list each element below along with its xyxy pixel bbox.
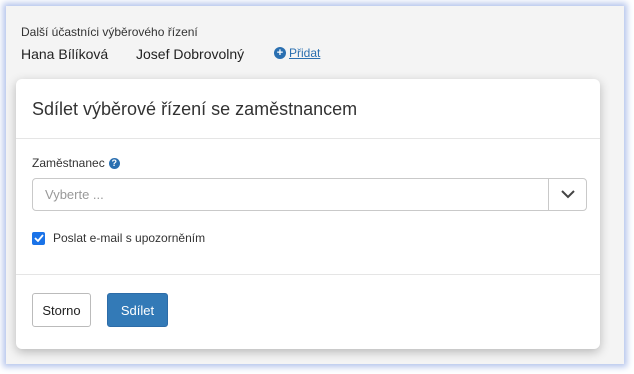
participant-name: Hana Bílíková: [21, 46, 109, 62]
participants-title: Další účastníci výběrového řízení: [21, 25, 198, 39]
share-modal: Sdílet výběrové řízení se zaměstnancem Z…: [16, 79, 600, 349]
chevron-down-icon: [560, 190, 575, 199]
dropdown-toggle[interactable]: [548, 179, 586, 210]
notify-checkbox[interactable]: [32, 231, 45, 245]
plus-circle-icon: +: [274, 47, 286, 59]
modal-header: Sdílet výběrové řízení se zaměstnancem: [16, 79, 600, 139]
modal-footer: Storno Sdílet: [16, 275, 600, 350]
employee-select[interactable]: Vyberte ...: [32, 178, 587, 211]
add-participant-label: Přidat: [289, 46, 321, 60]
participant-name: Josef Dobrovolný: [136, 46, 245, 62]
share-button[interactable]: Sdílet: [107, 293, 168, 327]
check-icon: [33, 234, 44, 242]
modal-title: Sdílet výběrové řízení se zaměstnancem: [32, 99, 358, 119]
question-circle-icon[interactable]: ?: [108, 157, 120, 169]
employee-select-placeholder: Vyberte ...: [45, 187, 104, 202]
employee-label-text: Zaměstnanec: [32, 156, 105, 170]
cancel-button[interactable]: Storno: [32, 293, 91, 327]
notify-label: Poslat e-mail s upozorněním: [53, 231, 206, 245]
employee-field-label: Zaměstnanec ?: [32, 156, 120, 170]
modal-body: Zaměstnanec ? Vyberte ... Poslat e-mail …: [16, 139, 600, 275]
screenshot-frame: Další účastníci výběrového řízení Hana B…: [6, 6, 624, 364]
notify-checkbox-row[interactable]: Poslat e-mail s upozorněním: [32, 231, 205, 245]
add-participant-link[interactable]: + Přidat: [274, 46, 320, 60]
